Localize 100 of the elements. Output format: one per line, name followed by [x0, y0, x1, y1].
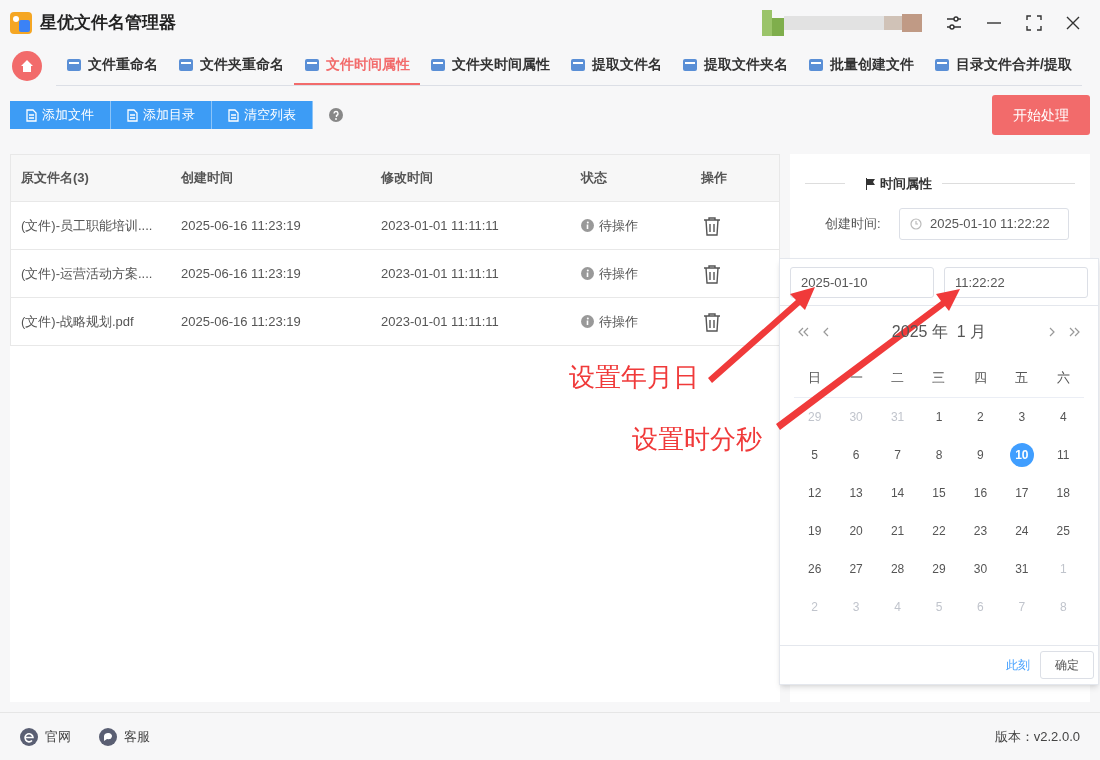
column-header: 修改时间	[379, 169, 434, 188]
status-text: 待操作	[599, 264, 638, 283]
table-cell-text: 2025-06-16 11:23:19	[180, 216, 302, 235]
settings-icon[interactable]	[946, 15, 962, 31]
info-icon	[581, 267, 594, 280]
confirm-button[interactable]: 确定	[1040, 651, 1094, 679]
window-title: 星优文件名管理器	[40, 12, 176, 35]
table-cell-text: 2023-01-01 11:11:11	[380, 312, 500, 331]
support-link[interactable]: 客服	[124, 726, 150, 747]
status-text: 待操作	[599, 312, 638, 331]
help-icon[interactable]	[329, 108, 343, 122]
tab[interactable]: 提取文件夹名	[672, 46, 798, 85]
tab-icon	[682, 57, 698, 72]
maximize-icon[interactable]	[1026, 15, 1042, 31]
day-cell[interactable]: 22	[927, 519, 951, 543]
browser-icon[interactable]	[20, 727, 38, 746]
clock-icon	[910, 217, 922, 230]
website-link[interactable]: 官网	[45, 726, 71, 747]
tab-icon	[570, 57, 586, 72]
day-cell[interactable]: 29	[927, 557, 951, 581]
double-chevron-right-icon[interactable]	[1069, 327, 1080, 337]
day-cell[interactable]: 2	[968, 405, 993, 429]
tab[interactable]: 文件夹重命名	[168, 46, 294, 85]
day-cell[interactable]: 17	[1009, 481, 1034, 505]
status-text: 待操作	[599, 216, 638, 235]
chevron-left-icon[interactable]	[823, 327, 829, 337]
trash-icon[interactable]	[703, 263, 721, 284]
column-header: 原文件名(3)	[20, 169, 90, 188]
tab[interactable]: 目录文件合并/提取	[924, 46, 1082, 85]
day-cell[interactable]: 14	[885, 481, 910, 505]
day-cell[interactable]: 6	[844, 443, 869, 467]
annotation-text: 设置年月日	[569, 361, 699, 394]
version-text: 版本：v2.2.0.0	[994, 727, 1080, 746]
datetime-field[interactable]: 2025-01-10 11:22:22	[899, 207, 1069, 240]
day-cell[interactable]: 23	[968, 519, 993, 543]
day-cell[interactable]: 20	[844, 519, 869, 543]
table-cell-text: (文件)-员工职能培训....	[20, 216, 154, 235]
day-cell[interactable]: 30	[968, 557, 993, 581]
day-cell[interactable]: 28	[885, 557, 910, 581]
day-cell[interactable]: 1	[927, 405, 951, 429]
day-cell[interactable]: 9	[968, 443, 993, 467]
weekday-label: 三	[931, 368, 947, 387]
tab-icon	[808, 57, 824, 72]
weekday-label: 日	[807, 368, 823, 387]
day-cell[interactable]: 21	[885, 519, 910, 543]
column-header: 操作	[700, 169, 728, 188]
info-icon	[581, 219, 594, 232]
day-cell[interactable]: 18	[1051, 481, 1076, 505]
flag-icon	[865, 177, 876, 190]
table-cell-text: 2025-06-16 11:23:19	[180, 312, 302, 331]
table-cell-text: 2023-01-01 11:11:11	[380, 264, 500, 283]
column-header: 状态	[579, 169, 608, 188]
close-icon[interactable]	[1066, 16, 1080, 30]
day-cell[interactable]: 13	[844, 481, 869, 505]
day-cell[interactable]: 7	[885, 443, 910, 467]
day-cell[interactable]: 24	[1009, 519, 1034, 543]
panel-heading: 时间属性	[880, 175, 932, 193]
day-cell[interactable]: 12	[802, 481, 827, 505]
document-icon	[228, 108, 239, 122]
tab-icon	[304, 57, 320, 72]
document-icon	[127, 108, 138, 122]
table-cell-text: (文件)-战略规划.pdf	[20, 312, 135, 331]
day-cell[interactable]: 26	[802, 557, 827, 581]
tab[interactable]: 提取文件名	[560, 46, 672, 85]
day-cell[interactable]: 31	[1009, 557, 1034, 581]
day-cell[interactable]: 11	[1051, 443, 1076, 467]
time-input[interactable]: 11:22:22	[944, 267, 1088, 298]
day-cell[interactable]: 16	[968, 481, 993, 505]
weekday-label: 四	[972, 368, 988, 387]
day-cell[interactable]: 8	[927, 443, 951, 467]
field-label: 创建时间:	[825, 214, 882, 233]
weekday-label: 二	[890, 368, 906, 387]
day-cell[interactable]: 25	[1051, 519, 1076, 543]
app-logo-icon	[10, 12, 32, 34]
day-cell[interactable]: 3	[1009, 405, 1034, 429]
column-header: 创建时间	[180, 169, 234, 188]
day-cell[interactable]: 4	[1051, 405, 1076, 429]
day-cell[interactable]: 15	[927, 481, 951, 505]
tab-icon	[178, 57, 194, 72]
tab-icon	[430, 57, 446, 72]
tab[interactable]: 批量创建文件	[798, 46, 924, 85]
tab[interactable]: 文件夹时间属性	[420, 46, 560, 85]
annotation-text: 设置时分秒	[632, 423, 762, 456]
chat-icon[interactable]	[99, 727, 117, 746]
trash-icon[interactable]	[703, 311, 721, 332]
info-icon	[581, 315, 594, 328]
table-cell-text: 2023-01-01 11:11:11	[380, 216, 500, 235]
weekday-label: 一	[848, 368, 864, 387]
tab[interactable]: 文件重命名	[56, 46, 168, 85]
home-button[interactable]	[12, 51, 42, 81]
chevron-right-icon[interactable]	[1049, 327, 1055, 337]
day-cell[interactable]: 19	[802, 519, 827, 543]
table-cell-text: 2025-06-16 11:23:19	[180, 264, 302, 283]
day-cell[interactable]: 27	[844, 557, 869, 581]
document-icon	[26, 108, 37, 122]
double-chevron-left-icon[interactable]	[798, 327, 809, 337]
day-cell[interactable]: 5	[802, 443, 827, 467]
weekday-label: 五	[1014, 368, 1030, 387]
trash-icon[interactable]	[703, 215, 721, 236]
tab-icon	[66, 57, 82, 72]
